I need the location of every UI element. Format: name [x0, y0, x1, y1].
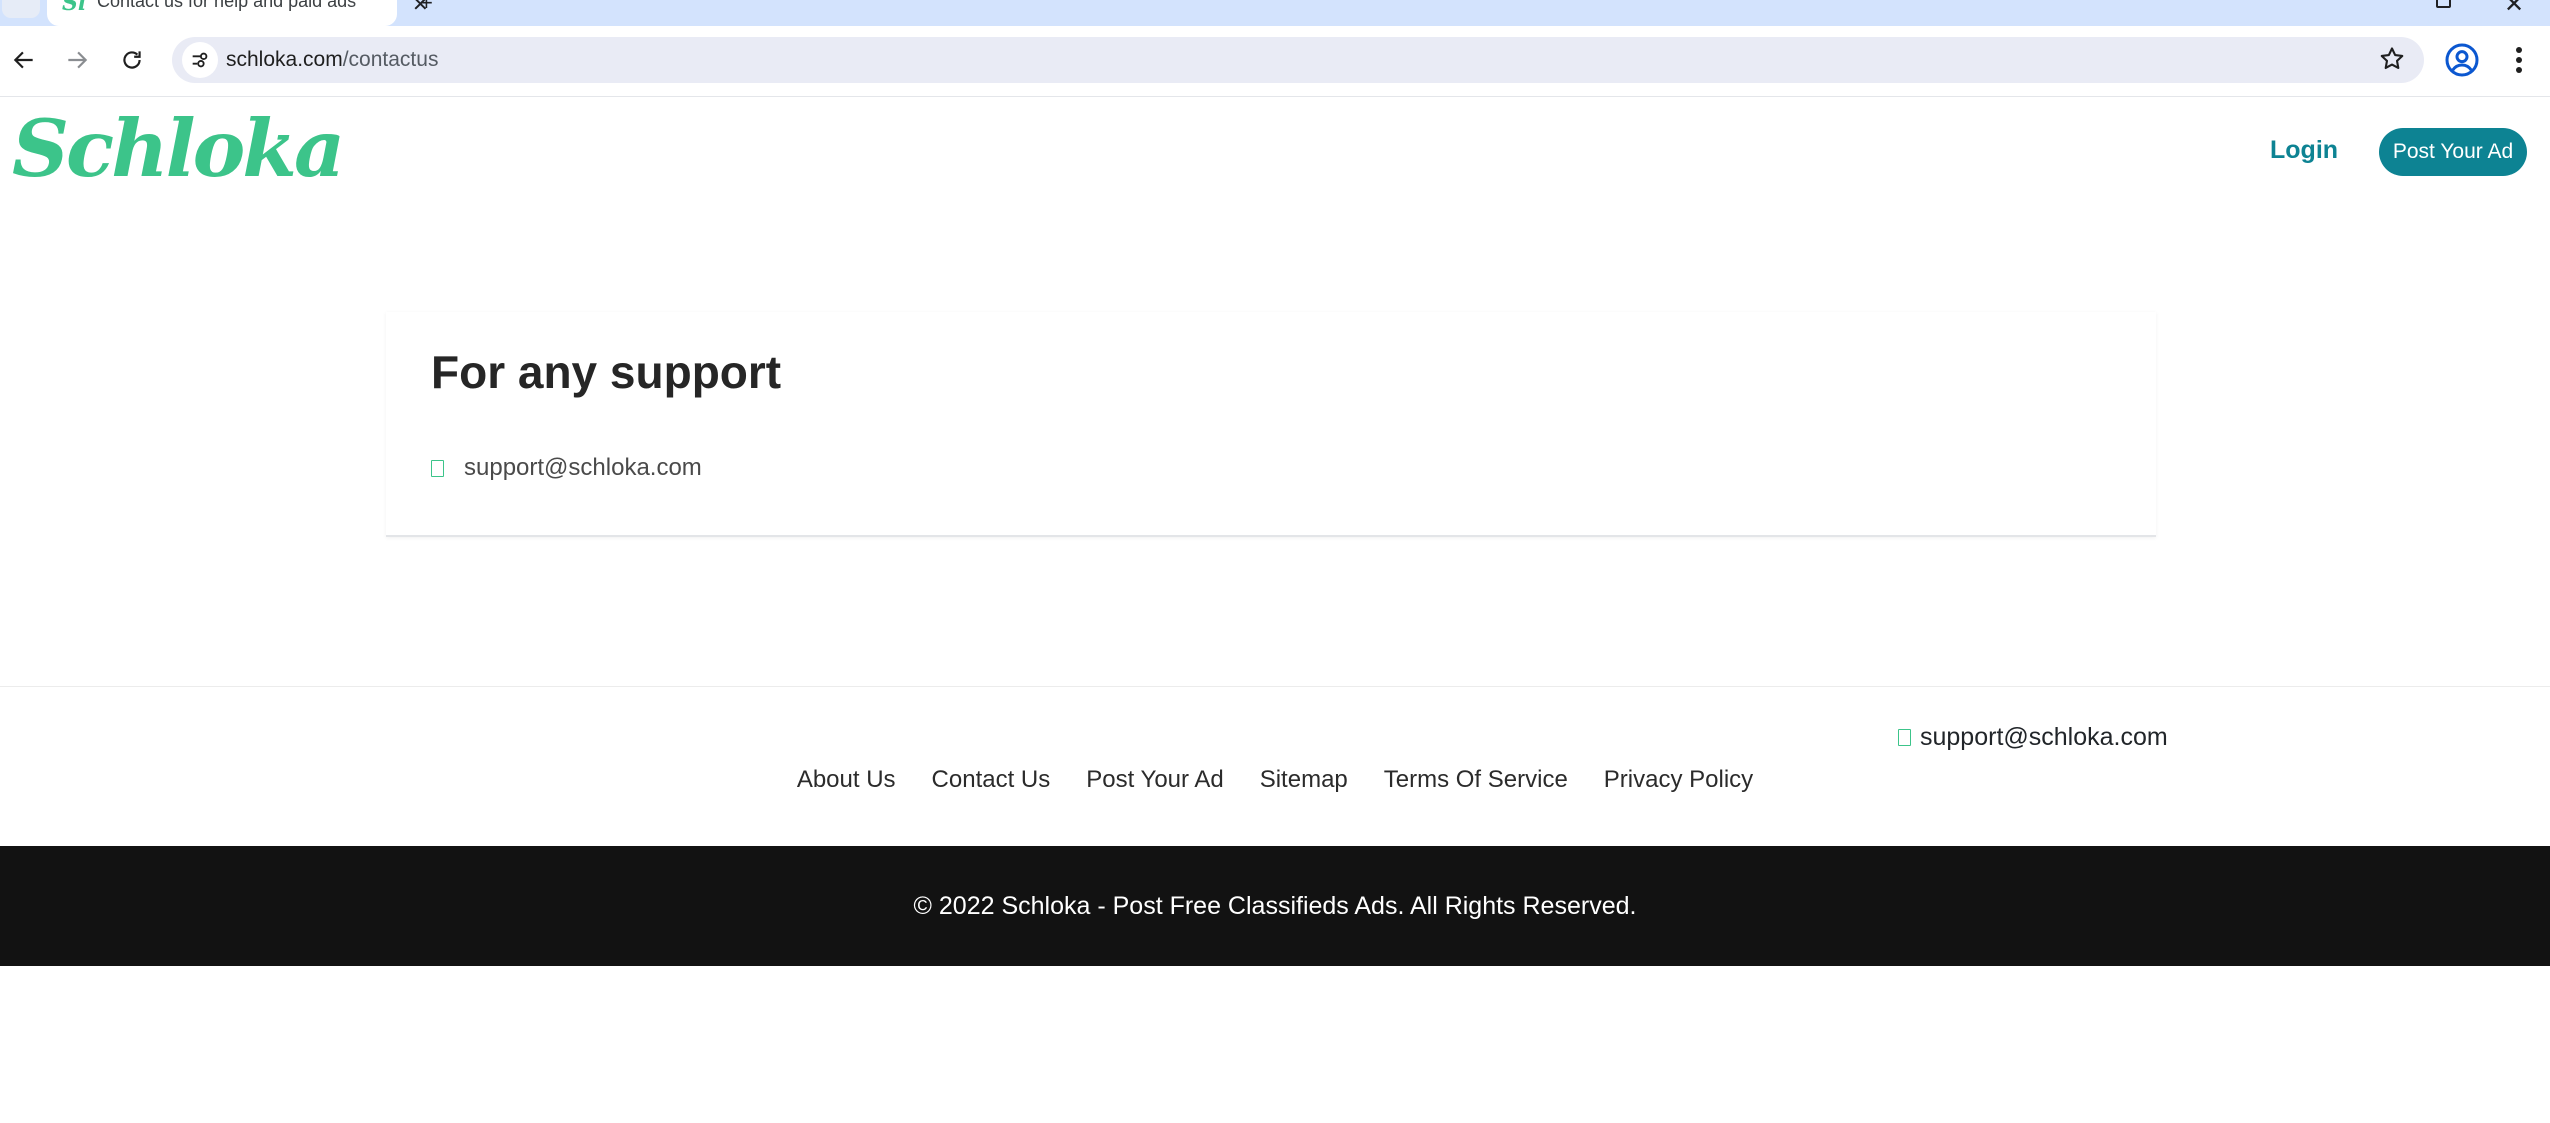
support-card: For any support support@schloka.com [386, 312, 2156, 537]
envelope-icon [1898, 729, 1911, 746]
browser-tabstrip: Sl Contact us for help and paid ads ✕ + … [0, 0, 2550, 26]
star-icon[interactable] [2378, 45, 2406, 78]
site-info-icon[interactable] [182, 42, 218, 78]
tab-title: Contact us for help and paid ads [97, 0, 357, 11]
tab-search-button[interactable] [2, 0, 40, 18]
browser-tab-active[interactable]: Sl Contact us for help and paid ads ✕ [47, 0, 429, 26]
footer-email-link[interactable]: support@schloka.com [1920, 723, 2168, 752]
back-icon[interactable] [2, 38, 46, 82]
address-url[interactable]: schloka.com/contactus [226, 48, 438, 72]
url-domain: schloka.com [226, 48, 343, 71]
forward-icon[interactable] [55, 38, 99, 82]
copyright-text: © 2022 Schloka - Post Free Classifieds A… [913, 891, 1637, 920]
footer-link-privacy-policy[interactable]: Privacy Policy [1604, 766, 1753, 794]
footer-link-sitemap[interactable]: Sitemap [1260, 766, 1348, 794]
profile-icon[interactable] [2442, 40, 2482, 85]
browser-toolbar: schloka.com/contactus [0, 26, 2550, 97]
site-logo[interactable]: Schloka [12, 109, 345, 188]
site-header: Schloka Login Post Your Ad [0, 97, 2550, 207]
window-restore-icon[interactable] [2436, 0, 2451, 8]
reload-icon[interactable] [110, 38, 154, 82]
footer: support@schloka.com About Us Contact Us … [0, 686, 2550, 847]
footer-copyright-bar: © 2022 Schloka - Post Free Classifieds A… [0, 846, 2550, 966]
window-close-icon[interactable]: ✕ [2504, 0, 2524, 19]
footer-link-contact-us[interactable]: Contact Us [932, 766, 1051, 794]
footer-link-post-your-ad[interactable]: Post Your Ad [1086, 766, 1223, 794]
menu-icon[interactable] [2505, 40, 2533, 85]
address-bar[interactable]: schloka.com/contactus [172, 37, 2424, 83]
login-link[interactable]: Login [2270, 136, 2338, 165]
page-title: For any support [431, 346, 782, 398]
footer-link-about-us[interactable]: About Us [797, 766, 896, 794]
envelope-icon [431, 459, 444, 477]
url-path: /contactus [342, 48, 439, 71]
footer-contact: support@schloka.com [1898, 723, 2168, 752]
support-email-link[interactable]: support@schloka.com [464, 454, 702, 482]
post-ad-button[interactable]: Post Your Ad [2379, 128, 2527, 176]
tab-favicon-icon: Sl [62, 0, 87, 16]
footer-nav: About Us Contact Us Post Your Ad Sitemap… [0, 766, 2550, 794]
support-contact: support@schloka.com [431, 454, 702, 482]
footer-link-terms-of-service[interactable]: Terms Of Service [1384, 766, 1568, 794]
new-tab-icon[interactable]: + [420, 0, 433, 16]
